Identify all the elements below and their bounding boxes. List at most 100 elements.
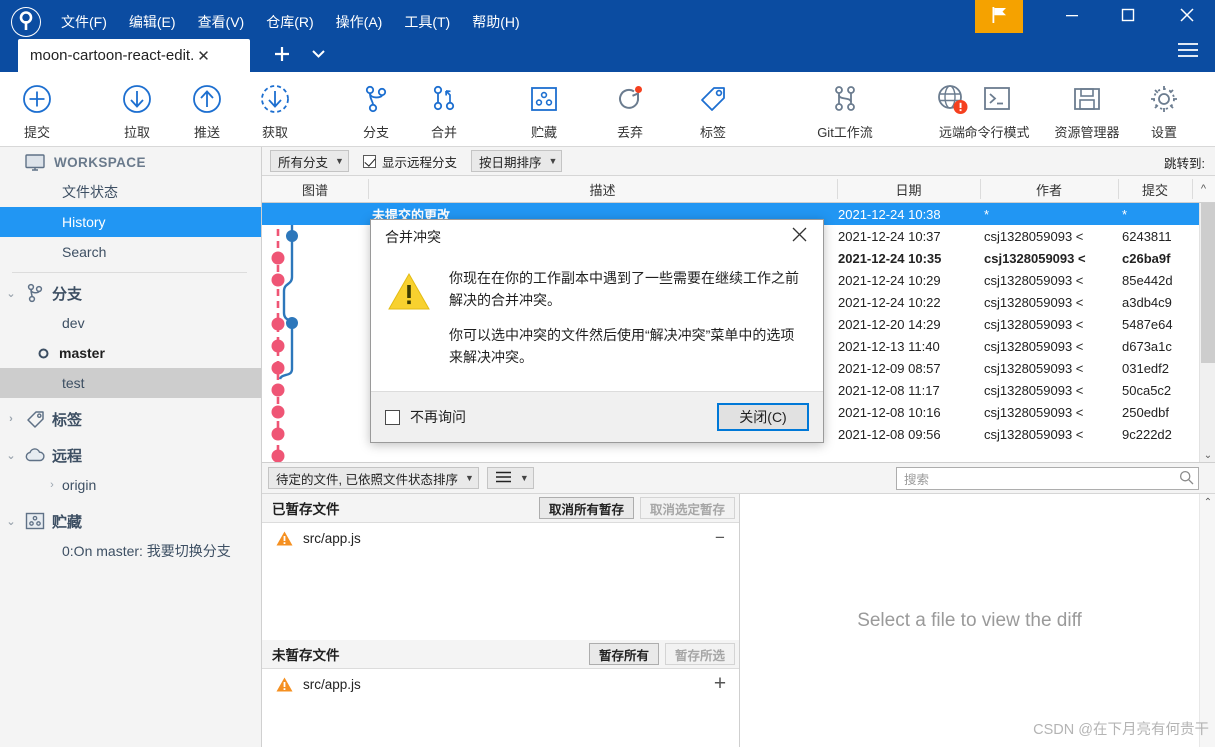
dialog-close-icon[interactable] bbox=[784, 225, 815, 249]
scroll-down-icon[interactable]: ⌄ bbox=[1200, 447, 1215, 462]
sidebar-item-label: origin bbox=[62, 477, 97, 493]
unstage-file-button[interactable]: − bbox=[711, 528, 729, 548]
unstage-all-button[interactable]: 取消所有暂存 bbox=[538, 497, 634, 519]
minimize-button[interactable] bbox=[1049, 0, 1095, 33]
conflict-warning-icon bbox=[276, 531, 293, 546]
sidebar-section-remotes[interactable]: ⌄ 远程 bbox=[0, 440, 261, 470]
sidebar-branch-master[interactable]: master bbox=[0, 338, 261, 368]
chevron-down-icon[interactable]: ⌄ bbox=[0, 449, 22, 462]
menu-file[interactable]: 文件(F) bbox=[50, 8, 118, 36]
sidebar-section-label: 分支 bbox=[52, 285, 83, 303]
sidebar-section-label: 贮藏 bbox=[52, 513, 83, 531]
menu-edit[interactable]: 编辑(E) bbox=[118, 8, 187, 36]
commit-author: * bbox=[984, 206, 990, 222]
sidebar-branch-dev[interactable]: dev bbox=[0, 308, 261, 338]
toolbar-tag-button[interactable]: 标签 bbox=[690, 78, 736, 141]
file-path: src/app.js bbox=[303, 676, 361, 692]
commit-author: csj1328059093 < bbox=[984, 228, 1084, 244]
sidebar-workspace-header[interactable]: WORKSPACE bbox=[0, 147, 261, 177]
view-mode-dropdown[interactable]: ▼ bbox=[486, 467, 534, 489]
toolbar-label: 分支 bbox=[362, 125, 389, 140]
menu-tools[interactable]: 工具(T) bbox=[393, 8, 461, 36]
sidebar-section-label: 标签 bbox=[52, 411, 83, 429]
chevron-right-icon[interactable]: › bbox=[42, 479, 62, 491]
sidebar-stash-item-0[interactable]: 0:On master: 我要切换分支 bbox=[0, 536, 261, 566]
menu-repository[interactable]: 仓库(R) bbox=[255, 8, 324, 36]
new-tab-button[interactable] bbox=[272, 44, 292, 66]
unstaged-files-list[interactable]: src/app.js + bbox=[262, 669, 739, 745]
maximize-button[interactable] bbox=[1105, 0, 1151, 33]
toolbar-terminal-button[interactable]: 命令行模式 bbox=[953, 78, 1041, 141]
toolbar-stash-button[interactable]: 贮藏 bbox=[521, 78, 567, 141]
commit-hash: a3db4c9 bbox=[1122, 294, 1172, 310]
dialog-close-button[interactable]: 关闭(C) bbox=[717, 403, 809, 431]
push-up-icon bbox=[190, 78, 224, 120]
chevron-down-icon[interactable]: ⌄ bbox=[0, 515, 22, 528]
chevron-down-icon[interactable]: ⌄ bbox=[0, 287, 22, 300]
toolbar-pull-button[interactable]: 拉取 bbox=[114, 78, 160, 141]
search-icon[interactable] bbox=[1179, 470, 1194, 488]
list-item[interactable]: src/app.js + bbox=[262, 669, 739, 699]
sidebar-item-file-status[interactable]: 文件状态 bbox=[0, 177, 261, 207]
jump-to-label[interactable]: 跳转到: bbox=[1164, 153, 1205, 172]
staged-files-list[interactable]: src/app.js − bbox=[262, 523, 739, 640]
toolbar-push-button[interactable]: 推送 bbox=[184, 78, 230, 141]
col-date-header[interactable]: 日期 bbox=[837, 176, 980, 202]
menu-view[interactable]: 查看(V) bbox=[187, 8, 256, 36]
menu-bar: 文件(F) 编辑(E) 查看(V) 仓库(R) 操作(A) 工具(T) 帮助(H… bbox=[50, 8, 531, 36]
sort-mode-dropdown[interactable]: 按日期排序 ▼ bbox=[470, 150, 563, 172]
commit-hash: 250edbf bbox=[1122, 404, 1169, 420]
toolbar-commit-button[interactable]: 提交 bbox=[14, 78, 60, 141]
chevron-right-icon[interactable]: › bbox=[0, 413, 22, 425]
sidebar-item-history[interactable]: History bbox=[0, 207, 261, 237]
tab-close-icon[interactable]: ✕ bbox=[194, 47, 213, 65]
search-input[interactable]: 搜索 bbox=[896, 467, 1199, 490]
sidebar-remote-origin[interactable]: › origin bbox=[0, 470, 261, 500]
unstage-selected-button[interactable]: 取消选定暂存 bbox=[639, 497, 735, 519]
tab-dropdown-button[interactable] bbox=[312, 50, 325, 61]
list-item[interactable]: src/app.js − bbox=[262, 523, 739, 553]
menu-actions[interactable]: 操作(A) bbox=[325, 8, 394, 36]
close-button[interactable] bbox=[1164, 0, 1210, 33]
toolbar-merge-button[interactable]: 合并 bbox=[421, 78, 467, 141]
diff-scrollbar[interactable]: ⌃ bbox=[1199, 494, 1215, 747]
sidebar-divider bbox=[12, 272, 247, 273]
toolbar-discard-button[interactable]: 丢弃 bbox=[607, 78, 653, 141]
col-commit-header[interactable]: 提交 bbox=[1118, 176, 1192, 202]
stage-file-button[interactable]: + bbox=[711, 672, 729, 696]
stage-all-button[interactable]: 暂存所有 bbox=[588, 643, 659, 665]
toolbar-label: 丢弃 bbox=[616, 125, 643, 140]
sidebar-section-label: 远程 bbox=[52, 447, 83, 465]
menu-help[interactable]: 帮助(H) bbox=[461, 8, 530, 36]
dont-ask-again-checkbox[interactable]: 不再询问 bbox=[385, 407, 466, 427]
toolbar-label: 命令行模式 bbox=[964, 125, 1030, 140]
sidebar-item-search[interactable]: Search bbox=[0, 237, 261, 267]
commit-list-scrollbar[interactable]: ⌄ bbox=[1199, 203, 1215, 462]
commit-hash: 031edf2 bbox=[1122, 360, 1169, 376]
stage-selected-button[interactable]: 暂存所选 bbox=[664, 643, 735, 665]
diff-pane: Select a file to view the diff ⌃ bbox=[740, 494, 1215, 747]
chevron-down-icon: ▼ bbox=[335, 156, 344, 166]
show-remote-branches-checkbox[interactable]: 显示远程分支 bbox=[362, 152, 457, 171]
toolbar-branch-button[interactable]: 分支 bbox=[353, 78, 399, 141]
sidebar-section-tags[interactable]: › 标签 bbox=[0, 404, 261, 434]
scrollbar-thumb[interactable] bbox=[1201, 203, 1215, 363]
sidebar-section-stashes[interactable]: ⌄ 贮藏 bbox=[0, 506, 261, 536]
scroll-up-icon[interactable]: ⌃ bbox=[1200, 494, 1215, 510]
sidebar-branch-test[interactable]: test bbox=[0, 368, 261, 398]
col-description-header[interactable]: 描述 bbox=[368, 176, 837, 202]
branch-filter-dropdown[interactable]: 所有分支 ▼ bbox=[270, 150, 349, 172]
sidebar-section-branches[interactable]: ⌄ 分支 bbox=[0, 278, 261, 308]
toolbar-settings-button[interactable]: 设置 bbox=[1141, 78, 1187, 141]
toolbar-gitflow-button[interactable]: Git工作流 bbox=[809, 78, 881, 141]
col-author-header[interactable]: 作者 bbox=[980, 176, 1118, 202]
file-status-toolbar: 待定的文件, 已依照文件状态排序 ▼ ▼ bbox=[262, 463, 740, 494]
sidebar-workspace-label: WORKSPACE bbox=[54, 154, 146, 170]
file-sort-dropdown[interactable]: 待定的文件, 已依照文件状态排序 ▼ bbox=[268, 467, 479, 489]
toolbar-fetch-button[interactable]: 获取 bbox=[252, 78, 298, 141]
toolbar-explorer-button[interactable]: 资源管理器 bbox=[1043, 78, 1131, 141]
warning-triangle-icon bbox=[387, 268, 433, 392]
flag-button[interactable] bbox=[975, 0, 1023, 33]
tab-repository-active[interactable]: moon-cartoon-react-edit. ✕ bbox=[18, 39, 250, 72]
col-graph-header[interactable]: 图谱 bbox=[262, 176, 368, 202]
